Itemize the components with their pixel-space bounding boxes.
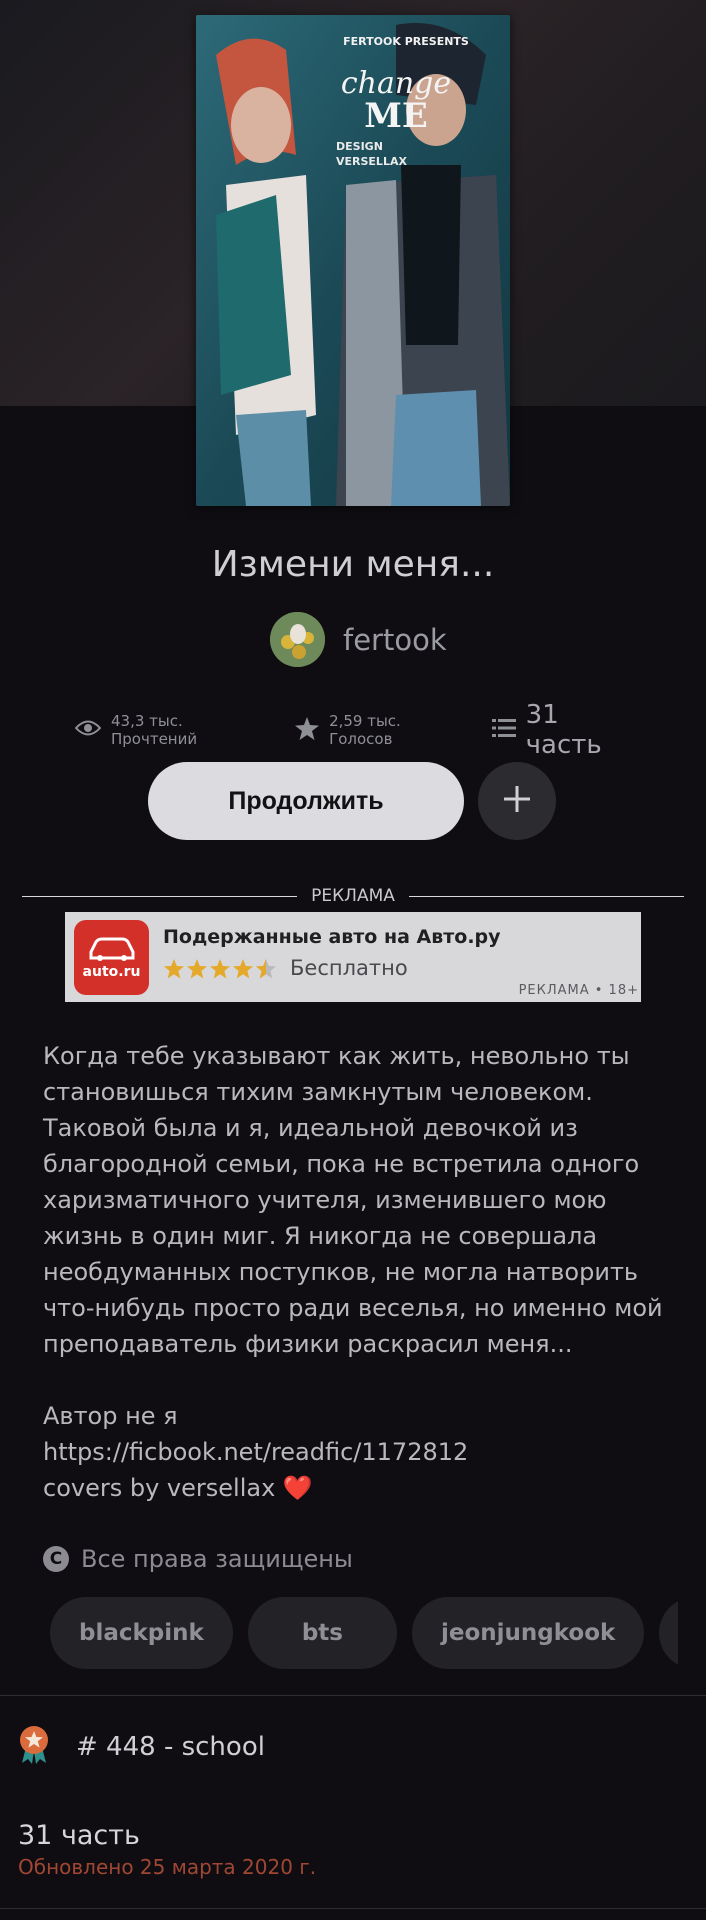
- eye-icon: [74, 719, 102, 741]
- parts-section-count: 31 часть: [18, 1820, 140, 1851]
- cover-presents: FERTOOK PRESENTS: [343, 35, 469, 48]
- copyright-icon: C: [43, 1546, 69, 1572]
- description-link[interactable]: https://ficbook.net/readfic/1172812: [43, 1434, 673, 1470]
- section-divider: [0, 1695, 706, 1696]
- tag-list: blackpink bts jeonjungkook jungkook: [50, 1597, 678, 1669]
- story-stats: 43,3 тыс. Прочтений 2,59 тыс. Голосов 31…: [74, 700, 635, 760]
- author-avatar[interactable]: [270, 612, 325, 667]
- reads-count: 43,3 тыс. Прочтений: [111, 712, 198, 748]
- ranking-row[interactable]: # 448 - school: [18, 1725, 265, 1769]
- tag-chip[interactable]: jeonjungkook: [411, 1597, 645, 1669]
- story-cover[interactable]: FERTOOK PRESENTS change ME DESIGN VERSEL…: [196, 15, 510, 506]
- continue-reading-button[interactable]: Продолжить: [148, 762, 464, 840]
- parts-section[interactable]: 31 часть Обновлено 25 марта 2020 г.: [18, 1820, 316, 1879]
- ad-rating: [163, 958, 278, 980]
- ad-meta: РЕКЛАМА • 18+: [518, 983, 639, 998]
- ad-section-header: РЕКЛАМА: [22, 886, 684, 906]
- ranking-text: # 448 - school: [76, 1732, 265, 1762]
- ad-banner[interactable]: auto.ru Подержанные авто на Авто.ру Бесп…: [65, 912, 641, 1002]
- plus-icon: [502, 784, 532, 818]
- ad-logo: auto.ru: [74, 920, 149, 995]
- tag-chip[interactable]: blackpink: [50, 1597, 233, 1669]
- tag-chip[interactable]: bts: [247, 1597, 397, 1669]
- votes-stat: 2,59 тыс. Голосов: [295, 712, 460, 748]
- parts-count: 31 часть: [525, 700, 602, 760]
- description-author-note: Автор не я: [43, 1402, 178, 1430]
- author-name[interactable]: fertook: [343, 623, 447, 657]
- heart-icon: ❤️: [282, 1474, 313, 1502]
- ad-logo-text: auto.ru: [82, 963, 141, 980]
- ad-section-label: РЕКЛАМА: [311, 886, 395, 906]
- cover-design: DESIGN: [336, 140, 383, 153]
- bottom-divider: [0, 1908, 706, 1909]
- ranking-badge-icon: [18, 1725, 50, 1769]
- ad-divider-left: [22, 895, 298, 897]
- description-covers: covers by versellax ❤️: [43, 1470, 673, 1506]
- car-icon: [89, 937, 134, 961]
- list-icon: [491, 718, 516, 742]
- copyright-notice: C Все права защищены: [43, 1545, 353, 1573]
- add-to-library-button[interactable]: [478, 762, 556, 840]
- ad-divider-right: [408, 895, 684, 897]
- parts-updated-date: Обновлено 25 марта 2020 г.: [18, 1855, 317, 1879]
- description-paragraph: Когда тебе указывают как жить, невольно …: [43, 1042, 663, 1358]
- cover-me: ME: [364, 96, 428, 136]
- reads-stat: 43,3 тыс. Прочтений: [74, 712, 263, 748]
- description-covers-text: covers by versellax: [43, 1474, 276, 1502]
- star-icon: [295, 716, 320, 744]
- tag-chip[interactable]: jungkook: [659, 1597, 678, 1669]
- votes-count: 2,59 тыс. Голосов: [329, 712, 401, 748]
- ad-price: Бесплатно: [290, 956, 408, 980]
- ad-title: Подержанные авто на Авто.ру: [163, 926, 501, 948]
- story-title: Измени меня...: [211, 544, 495, 585]
- copyright-label: Все права защищены: [81, 1545, 353, 1573]
- cover-designer: VERSELLAX: [336, 155, 407, 168]
- story-description: Когда тебе указывают как жить, невольно …: [43, 1038, 673, 1506]
- author[interactable]: fertook: [270, 612, 447, 667]
- parts-stat[interactable]: 31 часть: [491, 700, 635, 760]
